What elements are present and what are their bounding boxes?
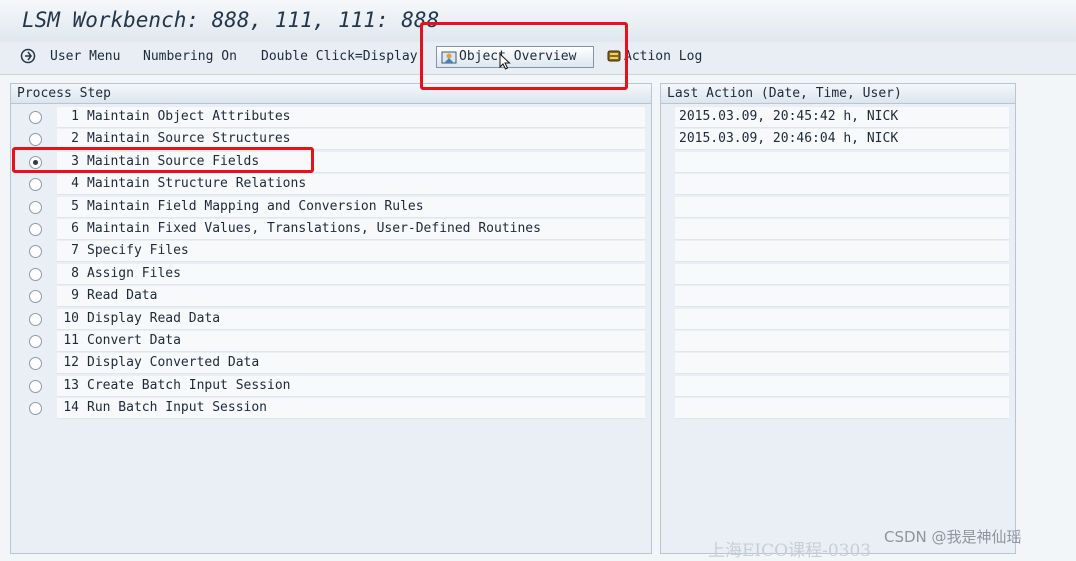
step-number: 14 — [63, 400, 79, 416]
last-action-row — [661, 263, 1011, 285]
step-number: 6 — [71, 221, 79, 236]
step-number: 12 — [63, 355, 79, 371]
last-action-row — [661, 196, 1011, 218]
process-step-row[interactable]: 9 Read Data — [11, 285, 647, 308]
row-background — [675, 375, 1009, 397]
course-watermark: 上海EICO课程-0303 — [708, 541, 872, 561]
step-radio-button[interactable] — [29, 133, 42, 147]
step-radio-button[interactable] — [29, 267, 42, 281]
last-action-row: 2015.03.09, 20:45:42 h, NICK — [661, 106, 1011, 128]
step-radio-button[interactable] — [29, 335, 42, 348]
last-action-row: 2015.03.09, 20:46:04 h, NICK — [661, 128, 1011, 151]
step-number: 13 — [63, 377, 79, 393]
step-number: 8 — [71, 265, 79, 281]
step-label: Maintain Fixed Values, Translations, Use… — [87, 221, 541, 236]
last-action-panel: Last Action (Date, Time, User) 2015.03.0… — [660, 83, 1016, 554]
step-radio-button[interactable] — [29, 223, 42, 236]
step-number: 5 — [71, 198, 79, 214]
step-radio-button[interactable] — [29, 111, 42, 124]
step-number: 10 — [63, 310, 79, 326]
process-step-row[interactable]: 4 Maintain Structure Relations — [11, 173, 647, 196]
step-radio-button[interactable] — [29, 312, 42, 326]
last-action-row — [661, 375, 1011, 397]
step-label: Maintain Object Attributes — [87, 109, 291, 124]
highlight-step-3 — [12, 147, 314, 173]
step-label: Convert Data — [87, 333, 181, 348]
step-number: 7 — [71, 243, 79, 259]
step-label: Maintain Structure Relations — [87, 176, 307, 192]
process-step-row[interactable]: 14 Run Batch Input Session — [11, 397, 647, 420]
last-action-row — [661, 285, 1011, 308]
process-step-row[interactable]: 1 Maintain Object Attributes — [11, 106, 647, 128]
row-background — [675, 219, 1009, 240]
step-number: 1 — [71, 109, 79, 124]
action-log-button[interactable]: Action Log — [624, 49, 702, 64]
step-radio-button[interactable] — [29, 357, 42, 371]
step-radio-button[interactable] — [29, 290, 42, 304]
step-number: 9 — [71, 288, 79, 304]
last-action-row — [661, 330, 1011, 352]
last-action-row — [661, 173, 1011, 196]
step-radio-button[interactable] — [29, 402, 42, 416]
user-menu-button[interactable]: User Menu — [50, 49, 120, 64]
process-step-row[interactable]: 12 Display Converted Data — [11, 352, 647, 375]
row-background — [675, 353, 1009, 375]
last-action-text: 2015.03.09, 20:46:04 h, NICK — [679, 131, 899, 147]
step-label: Display Converted Data — [87, 355, 260, 371]
row-background — [675, 174, 1009, 196]
process-step-row[interactable]: 7 Specify Files — [11, 240, 647, 263]
last-action-row — [661, 308, 1011, 330]
step-radio-button[interactable] — [29, 379, 42, 393]
last-action-row — [661, 397, 1011, 420]
step-label: Read Data — [87, 288, 158, 304]
row-background — [675, 196, 1009, 218]
row-background — [675, 151, 1009, 173]
step-radio-button[interactable] — [29, 200, 42, 214]
process-step-row[interactable]: 8 Assign Files — [11, 263, 647, 285]
last-action-header: Last Action (Date, Time, User) — [661, 84, 1015, 104]
last-action-text: 2015.03.09, 20:45:42 h, NICK — [679, 109, 899, 124]
step-label: Run Batch Input Session — [87, 400, 268, 416]
step-label: Maintain Field Mapping and Conversion Ru… — [87, 198, 424, 214]
step-label: Specify Files — [87, 243, 189, 259]
numbering-on-button[interactable]: Numbering On — [143, 49, 237, 64]
user-menu-icon[interactable] — [20, 48, 36, 68]
process-step-row[interactable]: 10 Display Read Data — [11, 308, 647, 330]
step-label: Create Batch Input Session — [87, 377, 291, 393]
double-click-display-button[interactable]: Double Click=Display — [261, 49, 424, 64]
process-step-row[interactable]: 11 Convert Data — [11, 330, 647, 352]
row-background — [675, 308, 1009, 330]
row-background — [675, 241, 1009, 263]
last-action-row — [661, 352, 1011, 375]
step-number: 11 — [63, 333, 79, 348]
step-label: Assign Files — [87, 265, 181, 281]
step-radio-button[interactable] — [29, 245, 42, 259]
row-background — [675, 263, 1009, 285]
csdn-watermark: CSDN @我是神仙瑶 — [884, 528, 1022, 546]
row-background — [675, 286, 1009, 308]
window-title: LSM Workbench: 888, 111, 111: 888 — [22, 8, 440, 32]
row-background — [675, 331, 1009, 352]
process-step-row[interactable]: 13 Create Batch Input Session — [11, 375, 647, 397]
step-number: 4 — [71, 176, 79, 192]
process-step-row[interactable]: 6 Maintain Fixed Values, Translations, Us… — [11, 218, 647, 240]
last-action-row — [661, 151, 1011, 173]
row-background — [675, 398, 1009, 420]
last-action-row — [661, 218, 1011, 240]
highlight-object-overview — [420, 22, 628, 90]
step-label: Display Read Data — [87, 310, 221, 326]
process-step-row[interactable]: 5 Maintain Field Mapping and Conversion R… — [11, 196, 647, 218]
step-radio-button[interactable] — [29, 178, 42, 192]
last-action-row — [661, 240, 1011, 263]
